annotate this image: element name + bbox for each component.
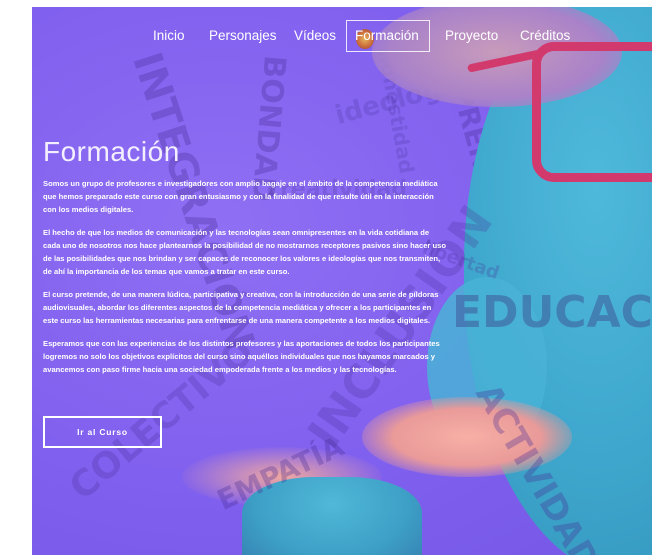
- nav-item-creditos[interactable]: Créditos: [520, 25, 570, 47]
- nav-item-videos[interactable]: Vídeos: [294, 25, 336, 47]
- paragraph: El hecho de que los medios de comunicaci…: [43, 228, 446, 276]
- go-to-course-button[interactable]: Ir al Curso: [43, 416, 162, 448]
- nav-item-formacion[interactable]: Formación: [346, 20, 430, 52]
- page-title: Formación: [43, 136, 180, 167]
- formacion-content: Formación Somos un grupo de profesores e…: [43, 135, 448, 386]
- nav-item-proyecto[interactable]: Proyecto: [445, 25, 498, 47]
- bg-word: EDUCACIÓN: [452, 287, 652, 338]
- puppet-glasses-image: [532, 42, 652, 182]
- main-nav: Inicio Personajes Vídeos Formación Proye…: [32, 20, 652, 52]
- hero-section: INTEGRACIÓN BONDAD ideologías honestidad…: [32, 7, 652, 555]
- paragraph: El curso pretende, de una manera lúdica,…: [43, 290, 439, 325]
- nav-item-formacion-label: Formación: [355, 28, 419, 43]
- nav-item-inicio[interactable]: Inicio: [153, 25, 185, 47]
- paragraph: Esperamos que con las experiencias de lo…: [43, 339, 440, 374]
- paragraph: Somos un grupo de profesores e investiga…: [43, 179, 438, 214]
- nav-item-personajes[interactable]: Personajes: [209, 25, 277, 47]
